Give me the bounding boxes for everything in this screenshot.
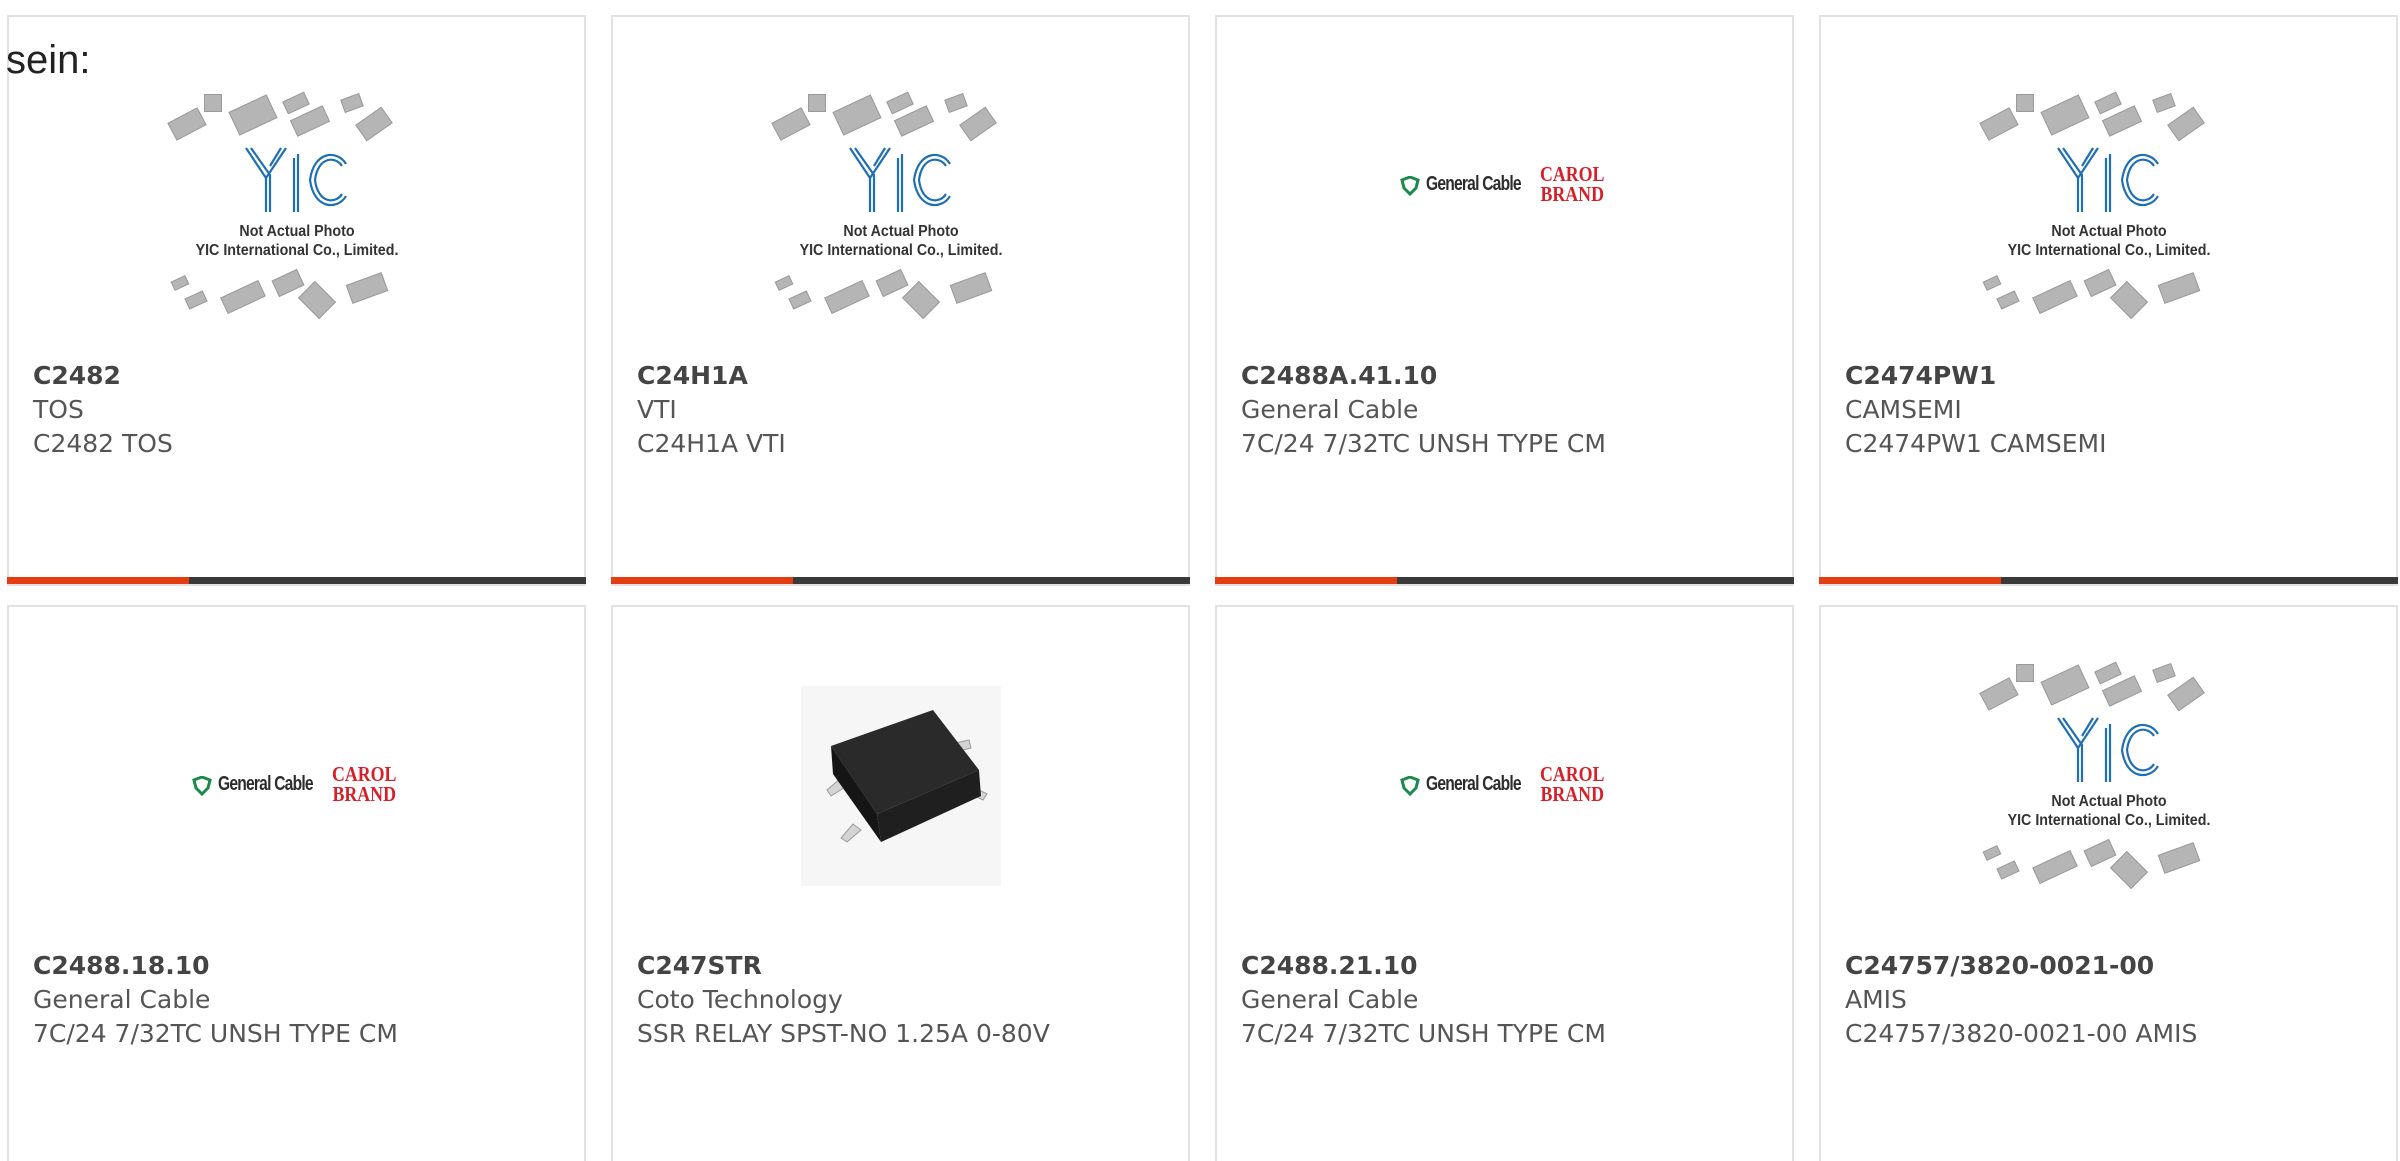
description: C24H1A VTI [637,429,786,458]
product-image: General Cable CAROL BRAND [1217,92,1792,322]
product-image: Not Actual Photo YIC International Co., L… [1821,91,2396,322]
manufacturer: General Cable [1241,395,1419,424]
chip-illustration [1974,838,2244,892]
caption-line-2: YIC International Co., Limited. [2007,242,2210,259]
yic-logo-icon [242,144,352,216]
yic-placeholder-image: Not Actual Photo YIC International Co., L… [766,91,1036,322]
description: 7C/24 7/32TC UNSH TYPE CM [33,1019,398,1048]
brand-name: General Cable [1425,173,1522,195]
general-cable-logo: General Cable CAROL BRAND [1399,162,1610,210]
part-number[interactable]: C2482 [33,359,564,393]
card-bar [1215,577,1794,584]
brand-name: General Cable [217,773,314,795]
chip-illustration [162,268,432,322]
product-grid: Not Actual Photo YIC International Co., L… [0,0,2400,1161]
part-number[interactable]: C24757/3820-0021-00 [1845,949,2376,983]
product-card[interactable]: General Cable CAROL BRAND C2488.18.10 Gene… [7,605,586,1161]
part-number[interactable]: C2474PW1 [1845,359,2376,393]
carol-brand-mark: CAROL BRAND [1539,162,1604,206]
description: SSR RELAY SPST-NO 1.25A 0-80V [637,1019,1050,1048]
product-card[interactable]: General Cable CAROL BRAND C2488.21.10 Gene… [1215,605,1794,1161]
general-cable-logo: General Cable CAROL BRAND [1399,762,1610,810]
shield-icon [1399,775,1420,800]
carol-brand-mark: CAROL BRAND [331,762,396,806]
manufacturer: VTI [637,395,677,424]
carol-line-1: CAROL [331,762,396,786]
placeholder-caption: Not Actual Photo YIC International Co., L… [1984,222,2232,260]
part-number[interactable]: C2488.18.10 [33,949,564,983]
product-card[interactable]: General Cable CAROL BRAND C2488A.41.10 Gen… [1215,15,1794,586]
chip-illustration [162,91,432,142]
product-card[interactable]: Not Actual Photo YIC International Co., L… [1819,15,2398,586]
description: C2482 TOS [33,429,173,458]
product-image: General Cable CAROL BRAND [9,662,584,892]
general-cable-logo: General Cable CAROL BRAND [191,762,402,810]
caption-line-2: YIC International Co., Limited. [2007,812,2210,829]
product-card[interactable]: C247STR Coto Technology SSR RELAY SPST-N… [611,605,1190,1161]
product-card[interactable]: Not Actual Photo YIC International Co., L… [611,15,1190,586]
manufacturer: CAMSEMI [1845,395,1962,424]
manufacturer: General Cable [33,985,211,1014]
manufacturer: General Cable [1241,985,1419,1014]
carol-brand-mark: CAROL BRAND [1539,762,1604,806]
part-number[interactable]: C2488.21.10 [1241,949,1772,983]
caption-line-1: Not Actual Photo [2050,793,2167,810]
carol-line-2: BRAND [331,782,396,806]
caption-line-1: Not Actual Photo [2050,223,2167,240]
manufacturer: Coto Technology [637,985,843,1014]
description: C24757/3820-0021-00 AMIS [1845,1019,2198,1048]
card-bar [611,577,1190,584]
yic-placeholder-image: Not Actual Photo YIC International Co., L… [162,91,432,322]
description: 7C/24 7/32TC UNSH TYPE CM [1241,429,1606,458]
brand-name: General Cable [1425,773,1522,795]
chip-illustration [1974,268,2244,322]
chip-illustration [1974,661,2244,712]
manufacturer: AMIS [1845,985,1907,1014]
part-number[interactable]: C24H1A [637,359,1168,393]
placeholder-caption: Not Actual Photo YIC International Co., L… [776,222,1024,260]
yic-placeholder-image: Not Actual Photo YIC International Co., L… [1974,91,2244,322]
yic-placeholder-image: Not Actual Photo YIC International Co., L… [1974,661,2244,892]
carol-line-1: CAROL [1539,162,1604,186]
yic-logo-icon [2054,144,2164,216]
caption-line-1: Not Actual Photo [842,223,959,240]
yic-logo-icon [2054,714,2164,786]
caption-line-2: YIC International Co., Limited. [799,242,1002,259]
part-number[interactable]: C247STR [637,949,1168,983]
chip-illustration [766,268,1036,322]
description: C2474PW1 CAMSEMI [1845,429,2107,458]
chip-illustration [1974,91,2244,142]
yic-logo-icon [846,144,956,216]
shield-icon [1399,175,1420,200]
chip-illustration [766,91,1036,142]
product-image [613,662,1188,892]
manufacturer: TOS [33,395,84,424]
card-bar [7,577,586,584]
intro-text: sein: [6,38,91,82]
caption-line-1: Not Actual Photo [238,223,355,240]
product-image: Not Actual Photo YIC International Co., L… [9,91,584,322]
placeholder-caption: Not Actual Photo YIC International Co., L… [1984,792,2232,830]
carol-line-1: CAROL [1539,762,1604,786]
product-image: Not Actual Photo YIC International Co., L… [1821,661,2396,892]
product-image: Not Actual Photo YIC International Co., L… [613,91,1188,322]
card-bar [1819,577,2398,584]
description: 7C/24 7/32TC UNSH TYPE CM [1241,1019,1606,1048]
caption-line-2: YIC International Co., Limited. [195,242,398,259]
product-card[interactable]: Not Actual Photo YIC International Co., L… [1819,605,2398,1161]
carol-line-2: BRAND [1539,782,1604,806]
part-number[interactable]: C2488A.41.10 [1241,359,1772,393]
product-card[interactable]: Not Actual Photo YIC International Co., L… [7,15,586,586]
placeholder-caption: Not Actual Photo YIC International Co., L… [172,222,420,260]
shield-icon [191,775,212,800]
product-image: General Cable CAROL BRAND [1217,662,1792,892]
relay-photo [800,686,1001,886]
carol-line-2: BRAND [1539,182,1604,206]
